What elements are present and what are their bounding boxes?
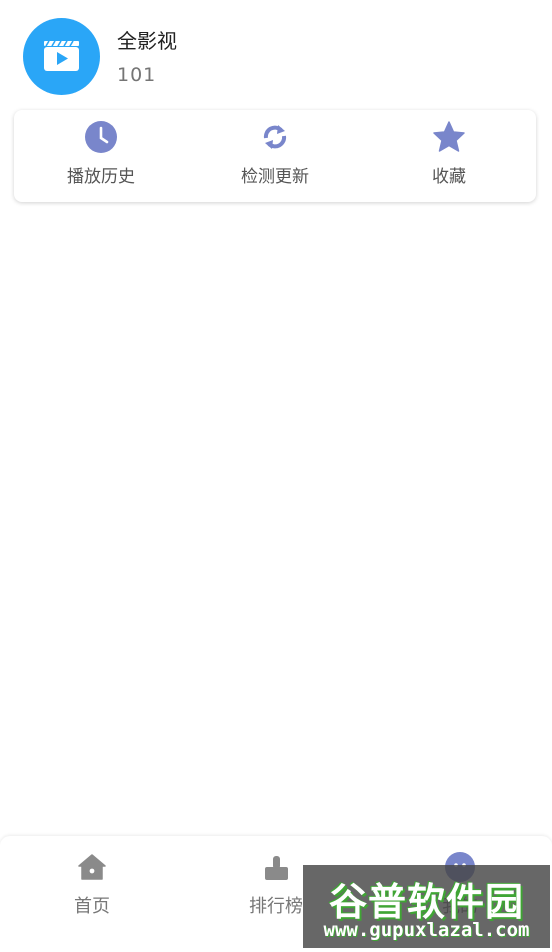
quick-actions-card: 播放历史 检测更新 收藏	[14, 110, 536, 202]
profile-header: 全影视 101	[0, 0, 552, 108]
watermark-title: 谷普软件园	[328, 880, 524, 924]
refresh-icon	[263, 125, 287, 149]
app-name: 全影视	[117, 29, 177, 53]
nav-home-label: 首页	[74, 896, 110, 917]
nav-item-home[interactable]: 首页	[0, 836, 184, 952]
watermark-url: www.gupuxlazal.com	[323, 919, 530, 941]
play-history-label: 播放历史	[67, 167, 135, 187]
favorites-label: 收藏	[432, 167, 466, 187]
watermark-logo: 谷普软件园 www.gupuxlazal.com	[303, 865, 550, 948]
thumbs-up-icon	[265, 856, 288, 880]
favorites-button[interactable]: 收藏	[362, 110, 536, 202]
check-update-button[interactable]: 检测更新	[188, 110, 362, 202]
check-update-label: 检测更新	[241, 167, 309, 187]
clapperboard-play-icon	[23, 18, 100, 95]
play-history-button[interactable]: 播放历史	[14, 110, 188, 202]
app-version: 101	[117, 64, 157, 86]
star-icon	[433, 121, 465, 152]
clock-icon	[85, 121, 117, 153]
home-icon	[78, 854, 106, 880]
